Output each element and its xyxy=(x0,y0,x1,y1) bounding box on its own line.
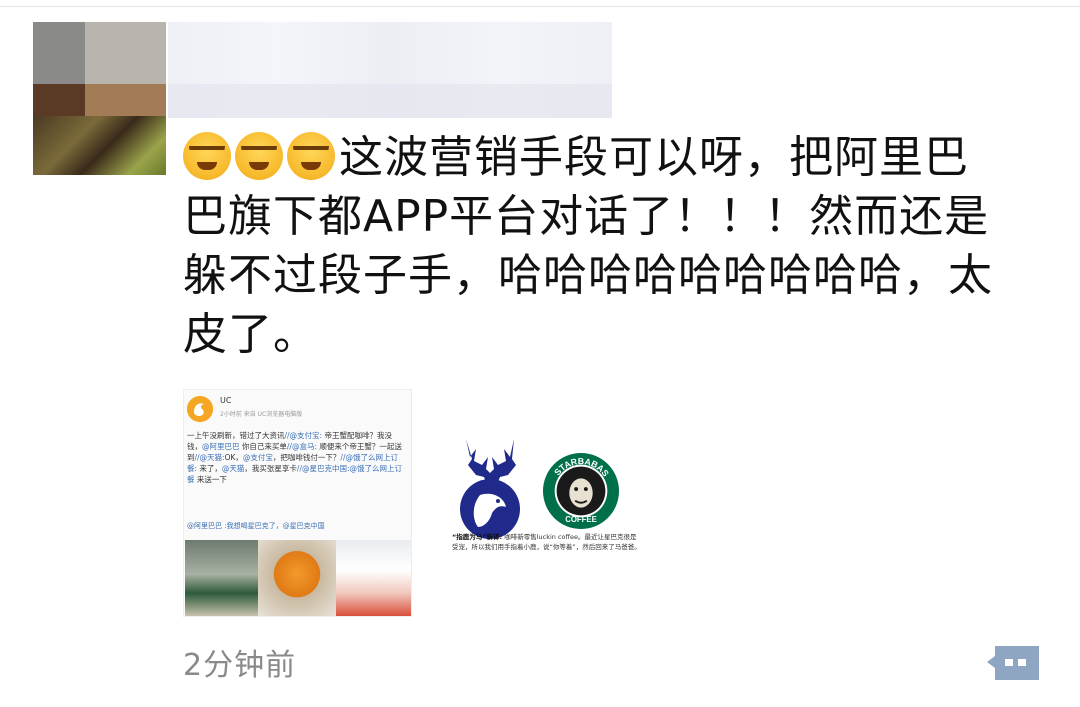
post-image-luckin-starbabas[interactable]: STARBABAS COFFEE “指鹿为马”新译: 咖啡新零售luckin c… xyxy=(440,425,642,575)
uc-body-text: 你自己来买单 xyxy=(239,442,287,451)
uc-body-mention[interactable]: //@支付宝: xyxy=(285,431,323,440)
post-timestamp: 2分钟前 xyxy=(183,648,297,683)
svg-text:COFFEE: COFFEE xyxy=(565,515,597,524)
avatar-photo xyxy=(33,116,166,175)
uc-body-text: OK， xyxy=(224,453,243,462)
uc-body-mention[interactable]: @支付宝 xyxy=(243,453,273,462)
uc-body-text: 来送一下 xyxy=(194,475,227,484)
avatar[interactable] xyxy=(33,22,166,175)
uc-body-text: ，我买张星享卡 xyxy=(244,464,297,473)
uc-squirrel-icon xyxy=(187,396,213,422)
uc-body-mention[interactable]: //@天猫: xyxy=(195,453,225,462)
post-text-line-1: 这波营销手段可以呀，把阿里巴 xyxy=(339,132,969,183)
avatar-pixel xyxy=(85,84,166,116)
post-content: 这波营销手段可以呀，把阿里巴 巴旗下都APP平台对话了！！！然而还是 躲不过段子… xyxy=(183,128,1043,364)
avatar-pixel xyxy=(33,84,85,116)
uc-mention-line: @阿里巴巴 :我想喝星巴克了，@星巴克中国 xyxy=(187,522,325,530)
uc-post-meta: 2小时前 来自 UC浏览器电脑版 xyxy=(220,411,303,418)
username-blurred-bottom xyxy=(168,84,612,118)
comment-button[interactable] xyxy=(985,642,1043,682)
luckin-caption: “指鹿为马”新译: 咖啡新零售luckin coffee。最近让星巴克很是受宠，… xyxy=(452,532,642,552)
post-image-uc-screenshot[interactable]: UC 2小时前 来自 UC浏览器电脑版 一上午没刷新，错过了大资讯//@支付宝:… xyxy=(183,389,412,617)
post-line-1: 这波营销手段可以呀，把阿里巴 xyxy=(183,128,1043,187)
uc-body-mention[interactable]: @阿里巴巴 xyxy=(202,442,240,451)
uc-post-body: 一上午没刷新，错过了大资讯//@支付宝: 帝王蟹配咖啡？我没钱，@阿里巴巴 你自… xyxy=(187,430,405,485)
top-divider xyxy=(0,6,1080,7)
post-text-line-3: 躲不过段子手，哈哈哈哈哈哈哈哈哈，太 xyxy=(183,250,993,301)
luckin-deer-icon xyxy=(460,439,520,539)
uc-body-text: 来了， xyxy=(197,464,222,473)
uc-photo-coffee xyxy=(336,540,411,616)
uc-logo-icon xyxy=(187,396,213,422)
uc-photo-starbucks-store xyxy=(185,540,258,616)
face-with-tears-of-joy-icon xyxy=(183,132,231,180)
uc-body-mention[interactable]: //@星巴克中国: xyxy=(297,464,350,473)
face-with-tears-of-joy-icon xyxy=(235,132,283,180)
avatar-pixel xyxy=(33,22,85,84)
uc-photo-mascot xyxy=(258,540,336,616)
face-with-tears-of-joy-icon xyxy=(287,132,335,180)
uc-account-name: UC xyxy=(220,396,232,405)
post-text-line-2: 巴旗下都APP平台对话了！！！然而还是 xyxy=(183,191,990,242)
avatar-pixel xyxy=(85,22,166,84)
starbabas-coffee-logo-icon: STARBABAS COFFEE xyxy=(542,452,620,530)
uc-body-mention[interactable]: //@盒马: xyxy=(287,442,317,451)
uc-body-text: ，把咖啡钱付一下？ xyxy=(272,453,341,462)
uc-body-mention[interactable]: @天猫 xyxy=(222,464,245,473)
luckin-caption-bold: “指鹿为马”新译: xyxy=(452,533,503,541)
uc-body-text: 一上午没刷新，错过了大资讯 xyxy=(187,431,285,440)
post-text-line-4: 皮了。 xyxy=(183,309,318,360)
comment-bubble-icon xyxy=(987,646,1039,680)
